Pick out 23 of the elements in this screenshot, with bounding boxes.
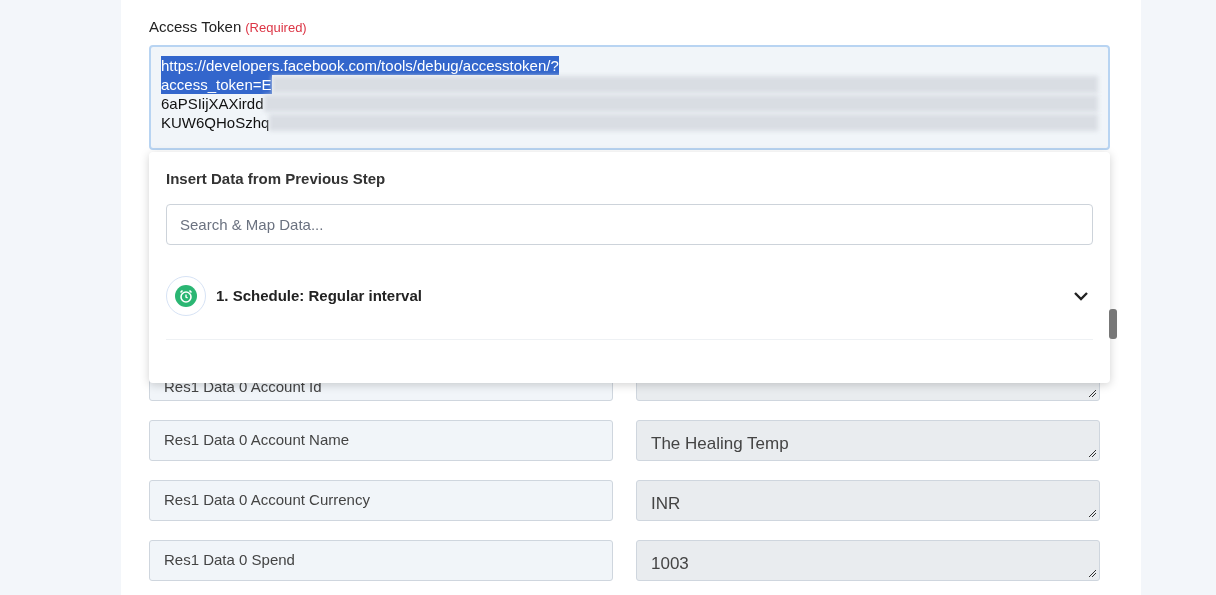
token-text: access_token=E (161, 74, 272, 94)
search-field[interactable]: Search & Map Data... (166, 203, 1093, 245)
dropdown-title: Insert Data from Previous Step (166, 169, 387, 189)
resize-handle-icon[interactable] (1088, 448, 1096, 457)
step-label: 1. Schedule: Regular interval (216, 285, 423, 306)
step-item[interactable]: 1. Schedule: Regular interval (166, 267, 1093, 340)
token-text: https://developers.facebook.com/tools/debug/accesstoken/? (161, 55, 559, 75)
scrollbar-thumb[interactable] (1109, 309, 1117, 339)
required-note: (Required) (245, 19, 307, 37)
value-field[interactable]: 1003 (636, 539, 1100, 581)
access-token-field[interactable]: https://developers.facebook.com/tools/debug/accesstoken/? access_token=E 6aPSIijXAXirdd KUW6QHoSzhq (149, 44, 1110, 150)
field-name-input[interactable]: Res1 Data 0 Account Currency (149, 479, 613, 521)
field-label: Access Token (149, 17, 242, 37)
value-field[interactable]: The Healing Temp (636, 419, 1100, 461)
token-text: KUW6QHoSzhq (161, 112, 270, 132)
chevron-down-icon[interactable] (1074, 291, 1088, 301)
value-field[interactable]: INR (636, 479, 1100, 521)
resize-handle-icon[interactable] (1088, 568, 1096, 577)
field-name-input[interactable]: Res1 Data 0 Spend (149, 539, 613, 581)
resize-handle-icon[interactable] (1088, 508, 1096, 517)
field-name-input[interactable]: Res1 Data 0 Account Name (149, 419, 613, 461)
token-text: 6aPSIijXAXirdd (161, 93, 264, 113)
resize-handle-icon[interactable] (1088, 388, 1096, 397)
